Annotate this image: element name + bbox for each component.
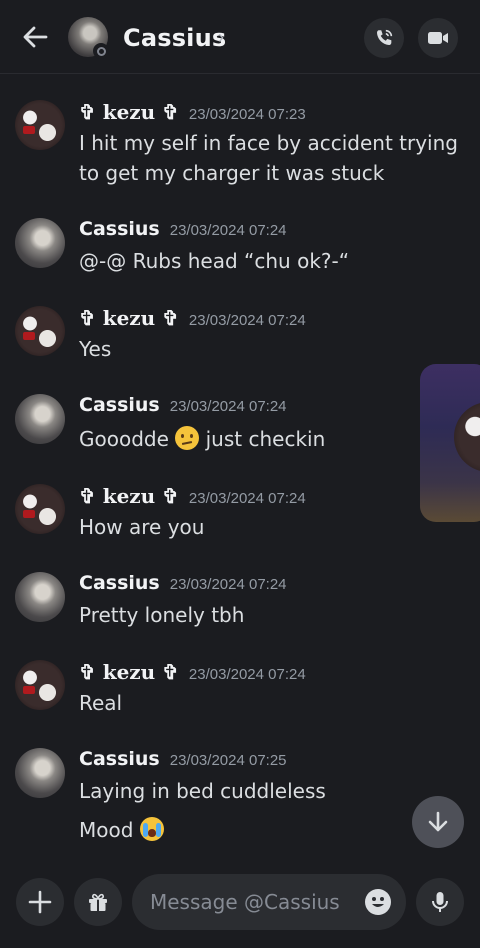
message-author[interactable]: ✞ kezu ✞ [79,100,179,124]
message-author[interactable]: ✞ kezu ✞ [79,484,179,508]
arrow-down-icon [428,811,448,832]
message-timestamp: 23/03/2024 07:24 [188,490,306,507]
message-timestamp: 23/03/2024 07:24 [188,312,306,329]
message-text: Laying in bed cuddleless [79,779,326,803]
message-line: I hit my self in face by accident trying [79,131,458,155]
voice-message-button[interactable] [416,878,464,926]
message-timestamp: 23/03/2024 07:24 [169,398,287,415]
emoji-smile-icon[interactable] [364,888,392,916]
message-author[interactable]: Cassius [79,394,160,416]
channel-title[interactable]: Cassius [123,24,226,52]
voice-call-button[interactable] [364,18,404,58]
message-timestamp: 23/03/2024 07:24 [188,666,306,683]
chat-header: Cassius › [0,0,480,74]
user-avatar[interactable] [15,572,65,622]
message-text-after: just checkin [205,427,326,451]
message-text: Gooodde just checkin [79,424,459,454]
user-avatar[interactable] [15,484,65,534]
message-timestamp: 23/03/2024 07:24 [169,222,287,239]
user-avatar[interactable] [15,394,65,444]
user-avatar[interactable] [15,100,65,150]
chevron-right-icon[interactable]: › [218,27,224,48]
pip-avatar [454,402,480,472]
add-attachment-button[interactable] [16,878,64,926]
call-pip-overlay[interactable] [420,364,480,522]
message-input-container [132,874,406,930]
message-author[interactable]: Cassius [79,572,160,594]
phone-call-icon [377,29,393,45]
gift-icon [89,893,107,911]
message-timestamp: 23/03/2024 07:24 [169,576,287,593]
message-text: I hit my self in face by accident trying… [79,128,459,188]
gift-button[interactable] [74,878,122,926]
user-avatar[interactable] [15,748,65,798]
microphone-icon [432,892,448,912]
message-text: Yes [79,337,112,361]
user-avatar[interactable] [15,660,65,710]
message-text: Real [79,691,123,715]
message-text: Pretty lonely tbh [79,603,245,627]
message-text-before: Gooodde [79,427,169,451]
message-text: How are you [79,515,205,539]
offline-status-icon [93,43,109,59]
composer-bar [0,862,480,948]
back-arrow-icon[interactable] [20,22,50,52]
video-call-button[interactable] [418,18,458,58]
message-timestamp: 23/03/2024 07:23 [188,106,306,123]
message-author[interactable]: Cassius [79,748,160,770]
message-text: @-@ Rubs head “chu ok?-“ [79,249,350,273]
message-author[interactable]: ✞ kezu ✞ [79,660,179,684]
message-text-extra: Mood [79,818,134,842]
message-text: Mood [79,815,459,845]
plus-icon [28,890,52,914]
user-avatar[interactable] [15,306,65,356]
user-avatar[interactable] [15,218,65,268]
confused-face-emoji-icon [175,426,200,450]
message-timestamp: 23/03/2024 07:25 [169,752,287,769]
loudly-crying-face-emoji-icon [139,817,164,841]
message-input[interactable] [150,874,350,930]
message-line: to get my charger it was stuck [79,161,385,185]
message-author[interactable]: Cassius [79,218,160,240]
scroll-to-bottom-button[interactable] [412,796,464,848]
video-camera-icon [428,32,448,44]
message-author[interactable]: ✞ kezu ✞ [79,306,179,330]
